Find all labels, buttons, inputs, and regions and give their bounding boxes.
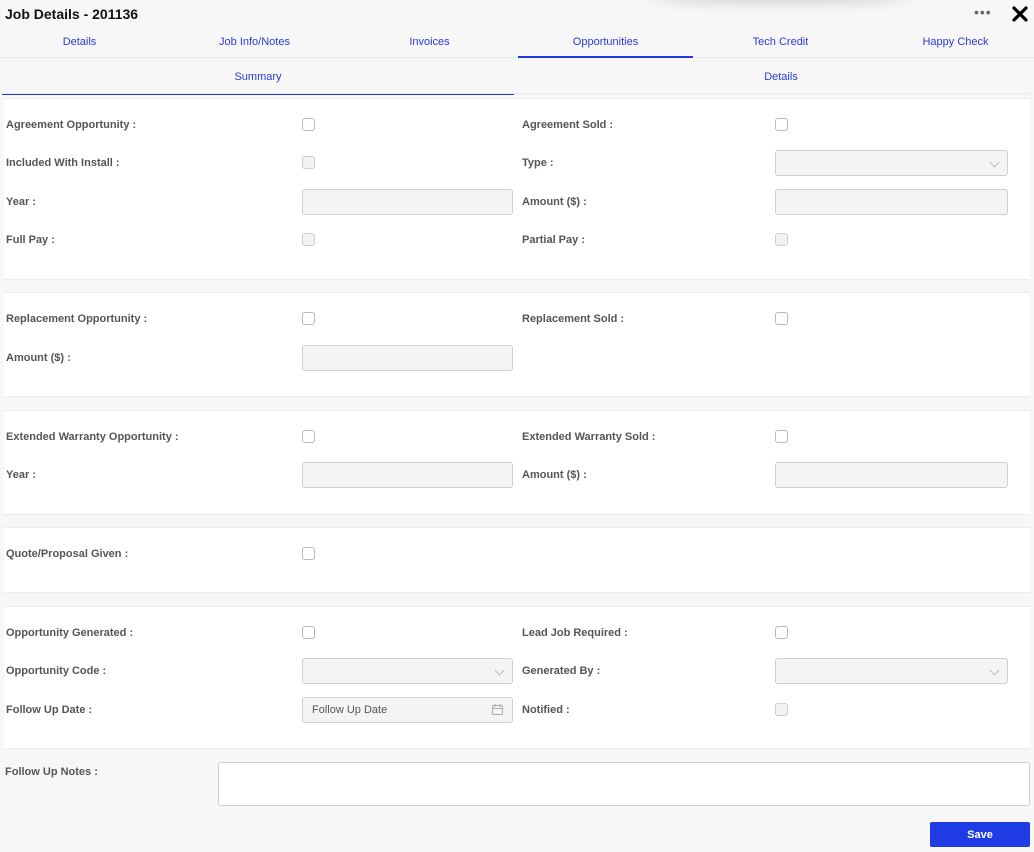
replacement-opportunity-label: Replacement Opportunity : (6, 313, 148, 325)
chevron-down-icon (989, 665, 1000, 676)
notified-label: Notified : (522, 704, 570, 716)
extended-warranty-opportunity-label: Extended Warranty Opportunity : (6, 431, 179, 443)
replacement-amount-label: Amount ($) : (6, 352, 71, 364)
opportunity-generated-checkbox[interactable] (302, 626, 315, 639)
opportunity-section: Opportunity Generated : Lead Job Require… (4, 606, 1030, 749)
full-pay-label: Full Pay : (6, 234, 55, 246)
tab-happy-check[interactable]: Happy Check (868, 28, 1034, 58)
quote-section: Quote/Proposal Given : (4, 527, 1030, 593)
extended-warranty-year-input[interactable] (302, 462, 513, 488)
partial-pay-label: Partial Pay : (522, 234, 585, 246)
type-select[interactable] (775, 150, 1008, 176)
generated-by-label: Generated By : (522, 665, 601, 677)
follow-up-notes-label: Follow Up Notes : (5, 766, 98, 778)
lead-job-required-checkbox[interactable] (775, 626, 788, 639)
amount-input[interactable] (775, 189, 1008, 215)
replacement-sold-checkbox[interactable] (775, 312, 788, 325)
chevron-down-icon (494, 665, 505, 676)
extended-warranty-sold-label: Extended Warranty Sold : (522, 431, 656, 443)
extended-warranty-amount-label: Amount ($) : (522, 469, 587, 481)
opportunity-code-label: Opportunity Code : (6, 665, 107, 677)
follow-up-date-picker[interactable]: Follow Up Date (302, 697, 513, 723)
follow-up-date-label: Follow Up Date : (6, 704, 93, 716)
main-tabs: Details Job Info/Notes Invoices Opportun… (0, 28, 1034, 58)
replacement-opportunity-checkbox[interactable] (302, 312, 315, 325)
agreement-section: Agreement Opportunity : Agreement Sold :… (4, 98, 1030, 280)
extended-warranty-amount-input[interactable] (775, 462, 1008, 488)
full-pay-checkbox[interactable] (302, 233, 315, 246)
replacement-sold-label: Replacement Sold : (522, 313, 625, 325)
chevron-down-icon (989, 157, 1000, 168)
tab-tech-credit[interactable]: Tech Credit (693, 28, 868, 58)
save-button[interactable]: Save (930, 822, 1030, 847)
generated-by-select[interactable] (775, 658, 1008, 684)
tab-invoices[interactable]: Invoices (342, 28, 517, 58)
more-options-icon[interactable]: ••• (974, 5, 992, 19)
quote-proposal-given-checkbox[interactable] (302, 547, 315, 560)
included-with-install-label: Included With Install : (6, 157, 120, 169)
tab-details[interactable]: Details (0, 28, 167, 58)
partial-pay-checkbox[interactable] (775, 233, 788, 246)
included-with-install-checkbox[interactable] (302, 156, 315, 169)
subtab-details[interactable]: Details (525, 62, 1034, 94)
year-label: Year : (6, 196, 36, 208)
extended-warranty-section: Extended Warranty Opportunity : Extended… (4, 410, 1030, 515)
agreement-sold-label: Agreement Sold : (522, 119, 614, 131)
follow-up-date-placeholder: Follow Up Date (312, 704, 388, 716)
page-title: Job Details - 201136 (5, 6, 139, 22)
extended-warranty-opportunity-checkbox[interactable] (302, 430, 315, 443)
follow-up-notes-textarea[interactable] (218, 762, 1030, 806)
close-icon[interactable] (1011, 5, 1029, 23)
notified-checkbox[interactable] (775, 703, 788, 716)
subtab-summary[interactable]: Summary (2, 62, 514, 95)
quote-proposal-given-label: Quote/Proposal Given : (6, 548, 129, 560)
amount-label: Amount ($) : (522, 196, 587, 208)
agreement-sold-checkbox[interactable] (775, 118, 788, 131)
replacement-section: Replacement Opportunity : Replacement So… (4, 292, 1030, 397)
opportunity-code-select[interactable] (302, 658, 513, 684)
lead-job-required-label: Lead Job Required : (522, 627, 628, 639)
extended-warranty-year-label: Year : (6, 469, 36, 481)
agreement-opportunity-checkbox[interactable] (302, 118, 315, 131)
replacement-amount-input[interactable] (302, 345, 513, 371)
dialog-header: Job Details - 201136 ••• (0, 0, 1034, 28)
calendar-icon (492, 704, 503, 715)
opportunity-generated-label: Opportunity Generated : (6, 627, 134, 639)
extended-warranty-sold-checkbox[interactable] (775, 430, 788, 443)
type-label: Type : (522, 157, 554, 169)
sub-tabs: Summary Details (2, 62, 1030, 95)
tab-opportunities[interactable]: Opportunities (518, 28, 693, 58)
tab-job-info-notes[interactable]: Job Info/Notes (167, 28, 342, 58)
year-input[interactable] (302, 189, 513, 215)
agreement-opportunity-label: Agreement Opportunity : (6, 119, 137, 131)
